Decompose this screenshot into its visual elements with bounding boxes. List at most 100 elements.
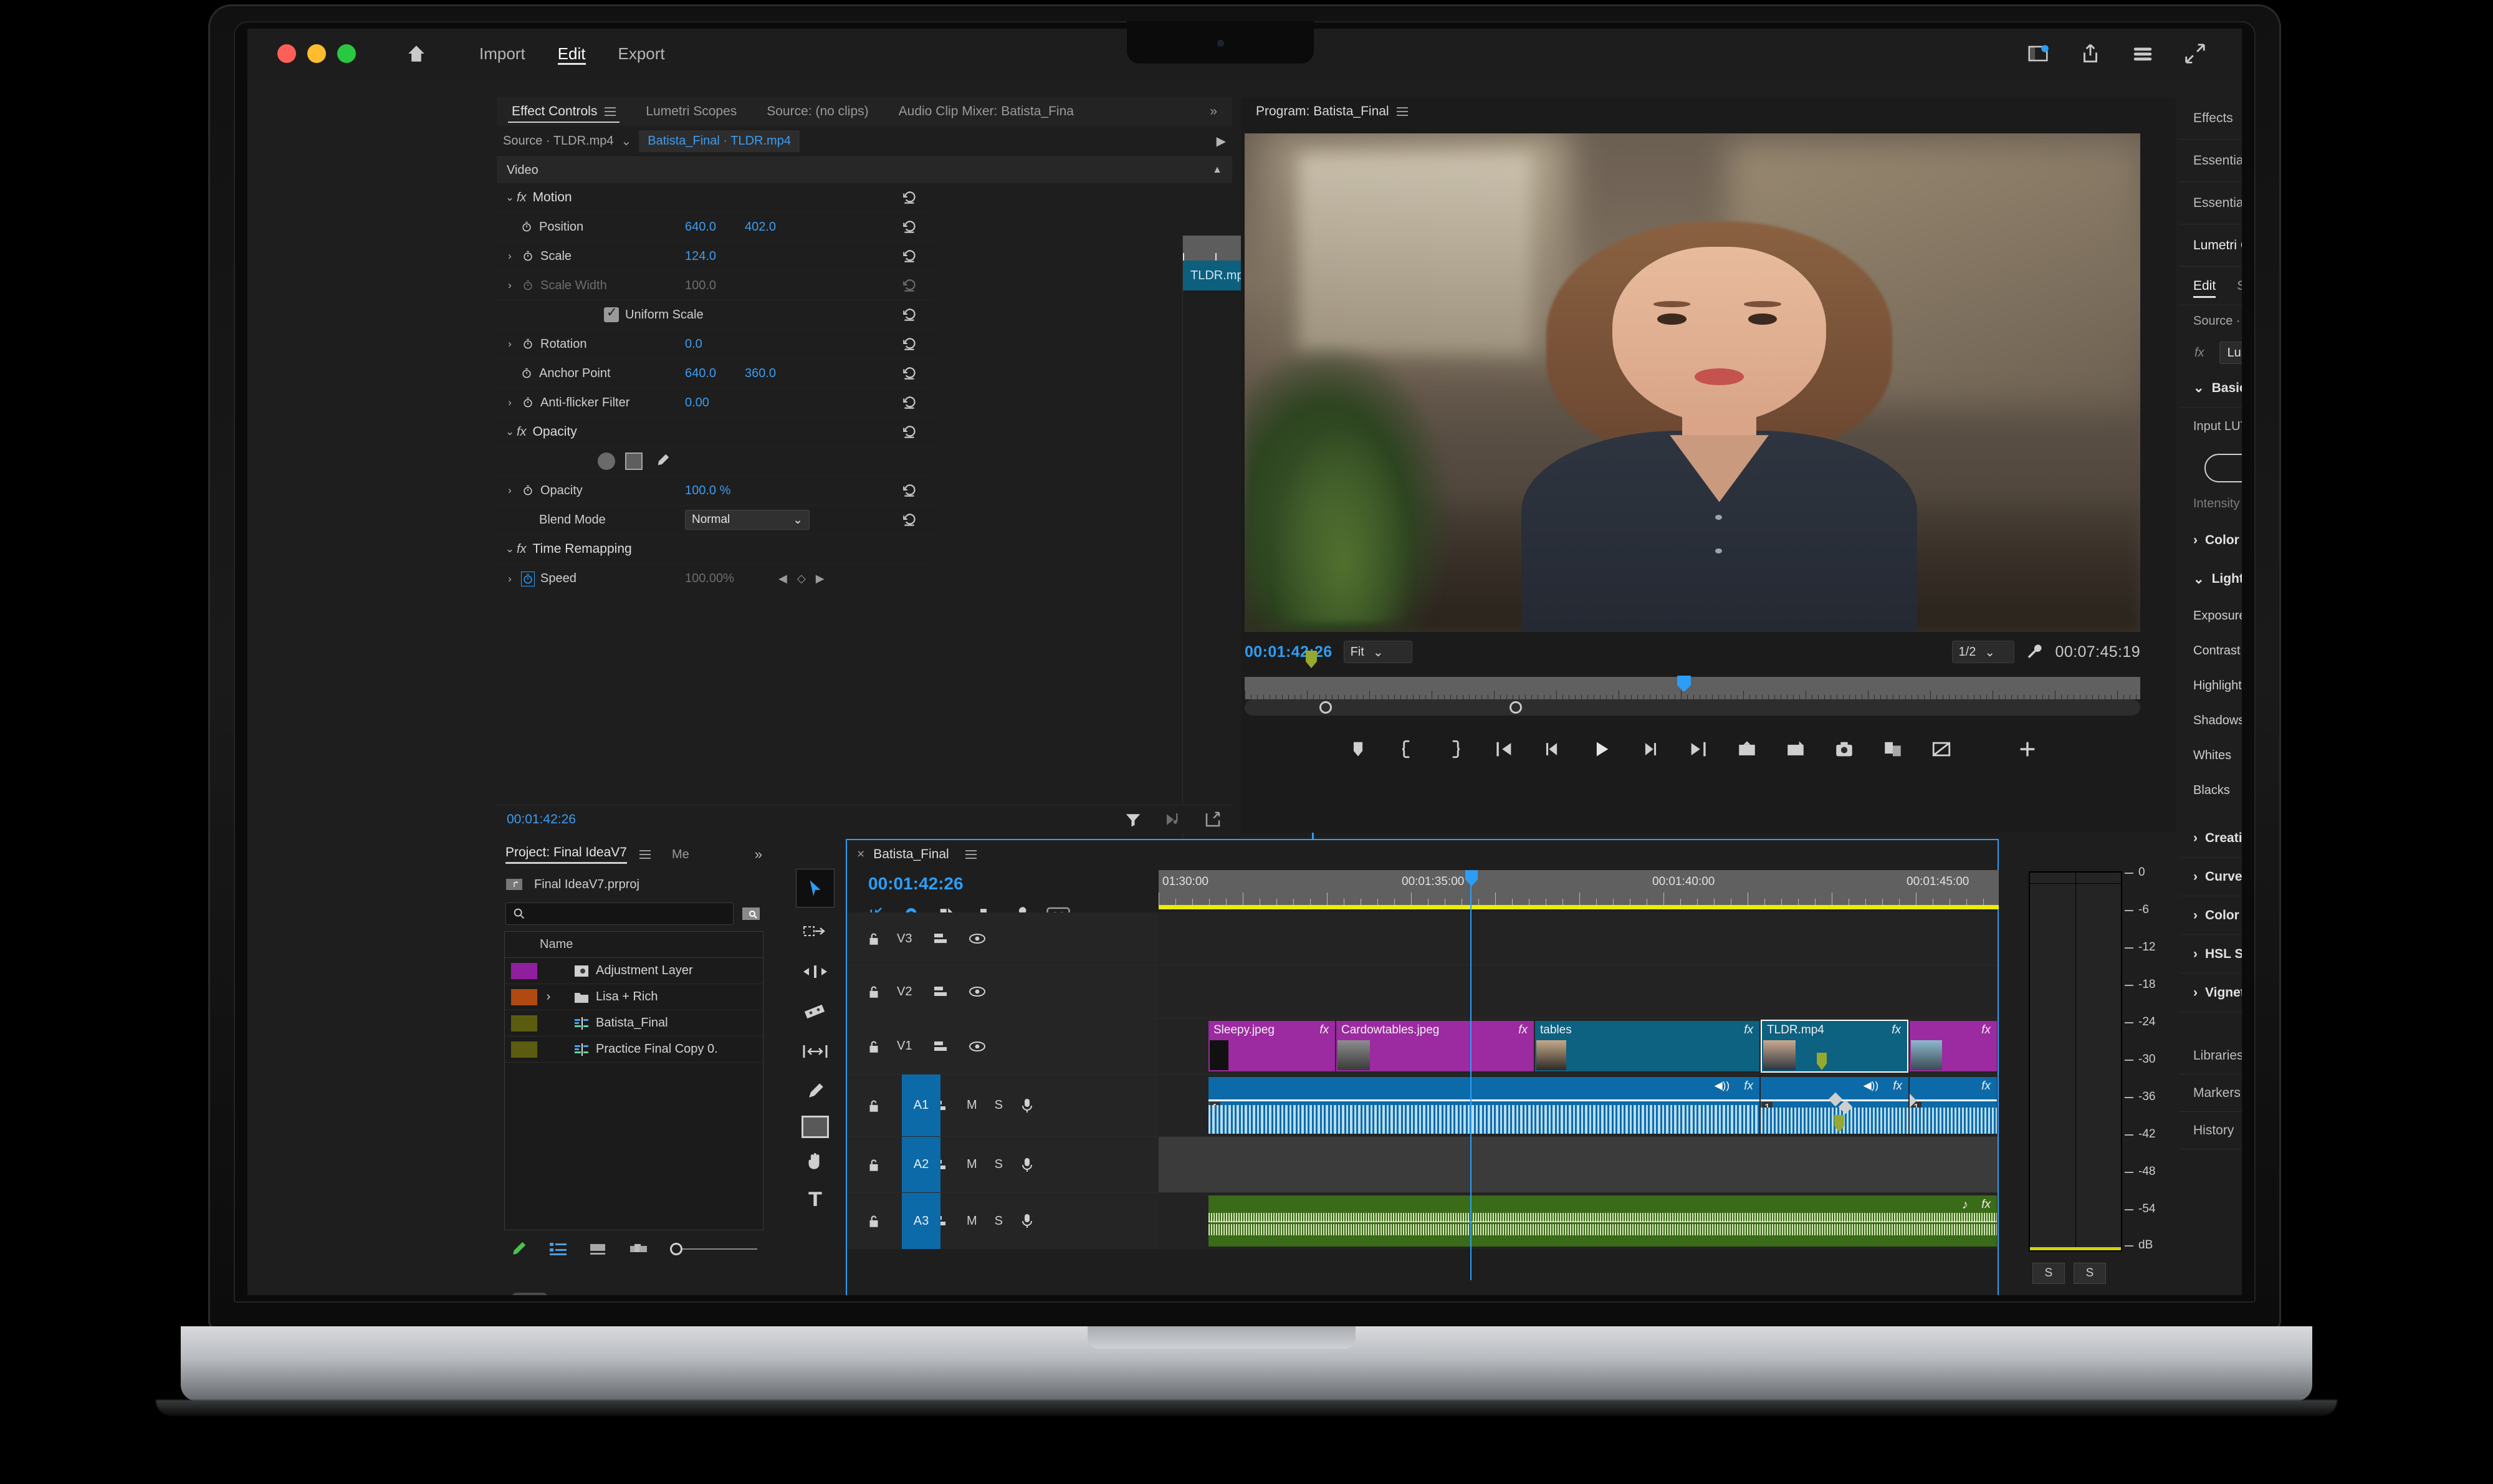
property-position[interactable]: Position 640.0 402.0 — [497, 213, 933, 242]
clip-next[interactable]: fx — [1910, 1021, 1997, 1071]
wrench-icon[interactable] — [2026, 643, 2044, 661]
mute-button[interactable]: M — [967, 1214, 977, 1228]
property-speed[interactable]: › Speed 100.00% ◀ ◇ ▶ — [497, 564, 933, 593]
parent-bin-icon[interactable] — [505, 877, 524, 892]
scale-width-value[interactable]: 100.0 — [685, 279, 745, 293]
pen-icon[interactable] — [509, 1240, 528, 1258]
project-search-row[interactable] — [497, 899, 771, 929]
chevron-right-icon[interactable]: › — [2193, 908, 2198, 923]
reset-icon[interactable] — [902, 248, 918, 264]
reset-icon[interactable] — [902, 219, 918, 235]
track-select-forward-tool-icon[interactable] — [796, 916, 835, 947]
property-blend-mode[interactable]: Blend Mode Normal ⌄ — [497, 505, 933, 535]
go-to-out-icon[interactable] — [1688, 739, 1709, 760]
chevron-right-icon[interactable]: › — [2193, 831, 2198, 846]
sequence-clip-label[interactable]: Batista_Final · TLDR.mp4 — [639, 130, 800, 152]
property-anchor-point[interactable]: Anchor Point 640.0 360.0 — [497, 359, 933, 388]
label-color-swatch[interactable] — [511, 989, 537, 1005]
property-opacity[interactable]: › Opacity 100.0 % — [497, 476, 933, 505]
slider-contrast[interactable]: Contrast 0.0 — [2180, 633, 2242, 668]
panel-history[interactable]: History — [2180, 1112, 2242, 1149]
maximize-button[interactable] — [337, 44, 356, 63]
close-icon[interactable]: × — [857, 847, 864, 862]
reset-icon[interactable] — [902, 189, 918, 206]
slider-shadows[interactable]: Shadows 0.0 — [2180, 703, 2242, 738]
property-anti-flicker[interactable]: › Anti-flicker Filter 0.00 — [497, 388, 933, 418]
timeline-ruler[interactable]: 01:30:00 00:01:35:00 00:01:40:00 00:01:4… — [1159, 870, 1999, 905]
chevron-right-icon[interactable]: › — [543, 990, 553, 1004]
close-button[interactable] — [277, 44, 296, 63]
icon-view-icon[interactable] — [589, 1241, 608, 1257]
menu-import[interactable]: Import — [463, 29, 542, 79]
program-video-frame[interactable] — [1245, 133, 2140, 632]
track-name-a1[interactable]: A1 — [902, 1075, 940, 1136]
tab-project[interactable]: Project: Final IdeaV7 — [505, 845, 627, 864]
track-area-v3[interactable] — [1159, 912, 1998, 965]
extract-icon[interactable] — [1785, 739, 1806, 760]
list-item[interactable]: Practice Final Copy 0. — [505, 1036, 763, 1063]
clip-audio-1[interactable]: 1 fx ◀)) — [1208, 1077, 1759, 1134]
slider-highlights[interactable]: Highlights 0.0 — [2180, 668, 2242, 703]
titlebar-actions[interactable] — [2026, 42, 2207, 65]
track-area-v2[interactable] — [1159, 965, 1998, 1018]
timeline-current-timecode[interactable]: 00:01:42:26 — [868, 874, 964, 894]
panel-lumetri-color-header[interactable]: Lumetri Color — [2180, 224, 2242, 267]
microphone-icon[interactable] — [1020, 1157, 1034, 1173]
track-area-a2[interactable] — [1159, 1137, 1998, 1192]
menu-edit[interactable]: Edit — [542, 29, 602, 79]
play-arrow-icon[interactable]: ▶ — [1217, 133, 1226, 149]
list-item[interactable]: Adjustment Layer — [505, 958, 763, 984]
list-item[interactable]: Batista_Final — [505, 1010, 763, 1036]
section-basic-correction[interactable]: ⌄ Basic Correction — [2180, 369, 2242, 408]
list-view-icon[interactable] — [549, 1241, 568, 1257]
home-icon[interactable] — [406, 43, 427, 64]
tabs-overflow-icon[interactable]: » — [1195, 97, 1232, 126]
panel-menu-icon[interactable] — [965, 850, 977, 859]
track-a1[interactable]: A1 M S 1 fx ◀)) — [847, 1075, 1998, 1137]
track-name-a3[interactable]: A3 — [902, 1193, 940, 1249]
lumetri-source-bar[interactable]: Source · TLDR.mp4 ⌄ Batista_Final · T… — [2180, 305, 2242, 337]
zoom-level-select[interactable]: Fit ⌄ — [1343, 641, 1412, 663]
go-to-in-icon[interactable] — [1493, 739, 1514, 760]
pen-tool-icon[interactable] — [796, 1076, 835, 1107]
reset-icon[interactable] — [902, 482, 918, 499]
previous-keyframe-icon[interactable]: ◀ — [778, 572, 787, 585]
selection-tool-icon[interactable] — [796, 869, 835, 907]
track-v3[interactable]: V3 — [847, 912, 1998, 965]
add-marker-icon[interactable] — [1347, 739, 1369, 760]
meter-solo-right[interactable]: S — [2074, 1263, 2106, 1284]
tab-effect-controls[interactable]: Effect Controls — [497, 97, 631, 126]
section-light[interactable]: ⌄ Light — [2180, 560, 2242, 598]
share-icon[interactable] — [2079, 42, 2102, 65]
filter-icon[interactable] — [1124, 810, 1142, 829]
ellipse-mask-icon[interactable] — [598, 452, 615, 470]
track-name-a2[interactable]: A2 — [902, 1137, 940, 1192]
slider-intensity[interactable]: Intensity 50.0 — [2180, 486, 2242, 521]
razor-tool-icon[interactable] — [796, 996, 835, 1027]
chevron-right-icon[interactable]: › — [504, 573, 515, 585]
reset-icon[interactable] — [902, 395, 918, 411]
slider-exposure[interactable]: Exposure 0.0 — [2180, 598, 2242, 633]
rectangle-tool-icon[interactable] — [801, 1116, 829, 1138]
tab-program-monitor[interactable]: Program: Batista_Final — [1241, 97, 1423, 126]
anchor-x-value[interactable]: 640.0 — [685, 366, 745, 381]
chevron-down-icon[interactable]: ⌄ — [2193, 572, 2204, 587]
list-item[interactable]: › Lisa + Rich — [505, 984, 763, 1010]
horizontal-scrollbar[interactable] — [512, 1293, 548, 1295]
property-rotation[interactable]: › Rotation 0.0 — [497, 330, 933, 359]
chevron-down-icon[interactable]: ⌄ — [504, 191, 515, 204]
fullscreen-icon[interactable] — [2183, 42, 2207, 65]
speed-value[interactable]: 100.00% — [685, 572, 778, 586]
chevron-right-icon[interactable]: › — [2193, 533, 2198, 548]
auto-reset-buttons[interactable]: Auto Reset — [2180, 445, 2242, 486]
find-bin-icon[interactable] — [741, 905, 762, 922]
tab-audio-clip-mixer[interactable]: Audio Clip Mixer: Batista_Fina — [884, 97, 1089, 126]
main-menu[interactable]: Import Edit Export — [463, 29, 681, 79]
lumetri-effect-row[interactable]: fx Lumetri Color ⌄ — [2180, 337, 2242, 369]
track-header-v2[interactable]: V2 — [847, 965, 1159, 1018]
effect-controls-tabs[interactable]: Effect Controls Lumetri Scopes Source: (… — [497, 97, 1232, 126]
sync-lock-icon[interactable] — [933, 1039, 950, 1054]
sync-lock-icon[interactable] — [933, 984, 950, 999]
slider-blacks[interactable]: Blacks 0.0 — [2180, 773, 2242, 808]
track-header-a3[interactable]: A3 M S — [847, 1193, 1159, 1249]
